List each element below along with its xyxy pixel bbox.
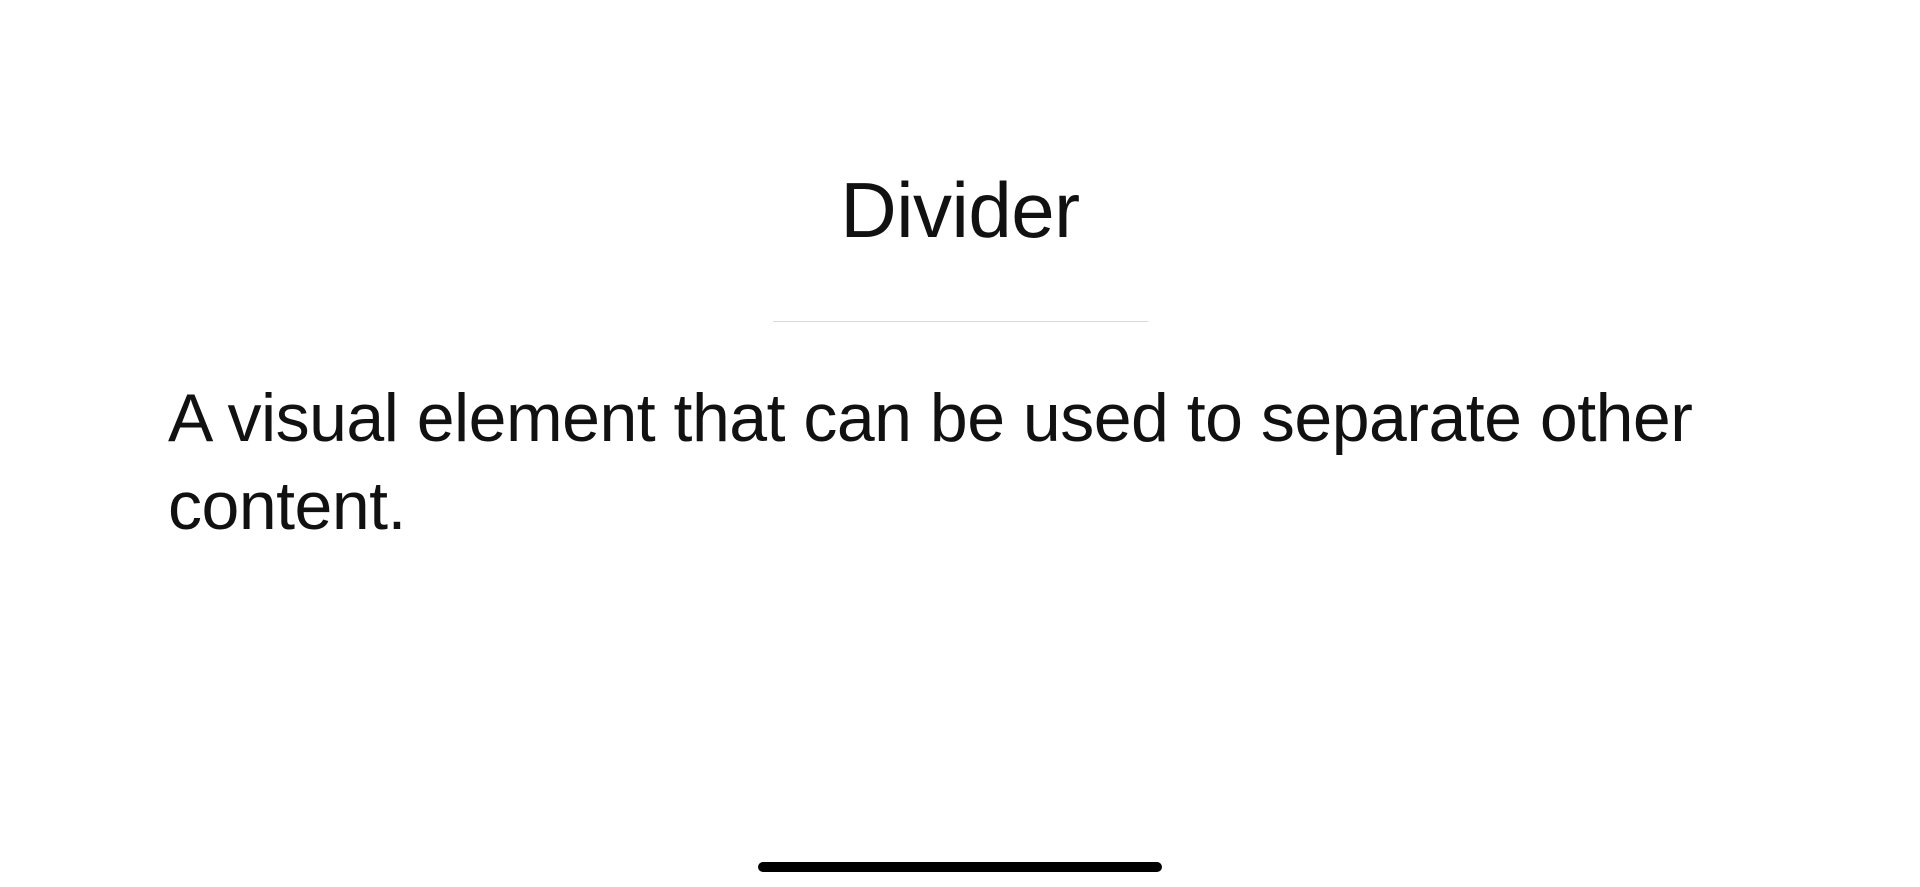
content-area: Divider A visual element that can be use… bbox=[0, 0, 1920, 551]
page-description: A visual element that can be used to sep… bbox=[0, 374, 1920, 551]
page-title: Divider bbox=[0, 165, 1920, 256]
divider-line bbox=[773, 321, 1148, 322]
home-indicator[interactable] bbox=[758, 862, 1162, 872]
